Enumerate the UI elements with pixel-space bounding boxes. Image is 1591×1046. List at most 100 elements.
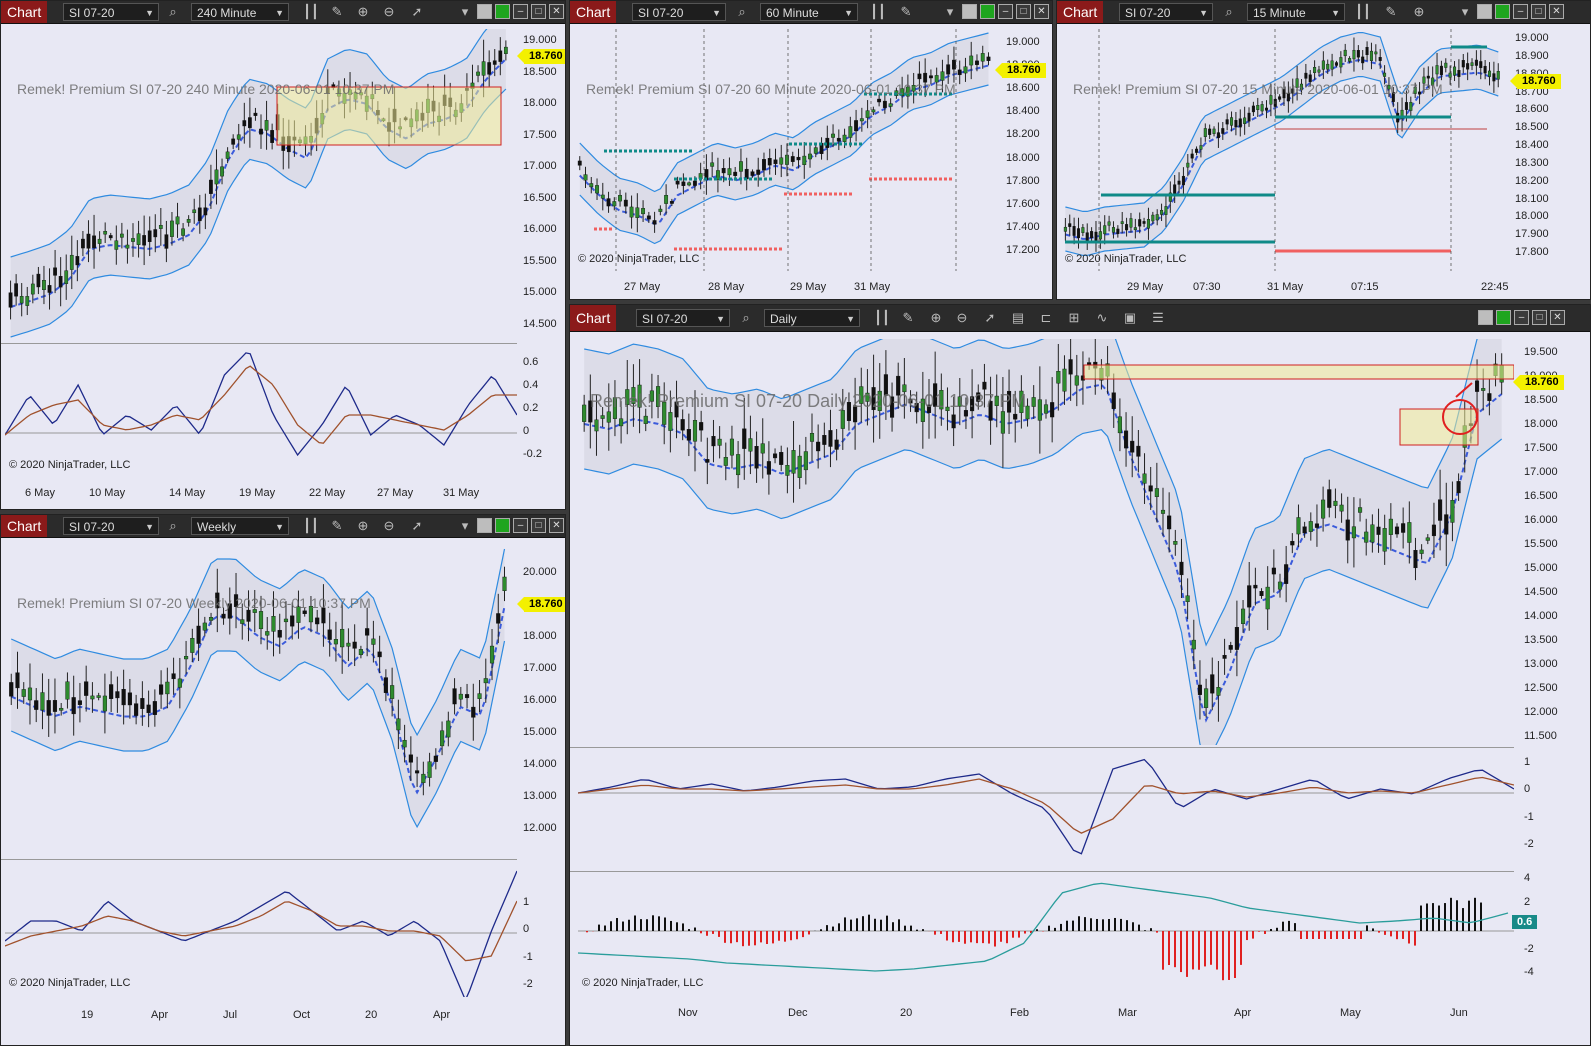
window-maximize-icon[interactable]: □ xyxy=(1532,310,1547,325)
draw-pencil-icon[interactable]: ✎ xyxy=(329,518,345,534)
instrument-selector[interactable]: SI 07-20 ▼ xyxy=(63,517,159,535)
search-icon[interactable]: ⌕ xyxy=(738,310,754,326)
cursor-icon[interactable]: ➚ xyxy=(409,518,425,534)
window-color-icon[interactable] xyxy=(477,4,492,19)
dropdown-icon[interactable]: ▾ xyxy=(457,4,473,20)
price-panel[interactable]: Remek! Premium SI 07-20 60 Minute 2020-0… xyxy=(574,29,1000,271)
window-minimize-icon[interactable]: – xyxy=(513,518,528,533)
window-close-icon[interactable]: ✕ xyxy=(549,4,564,19)
price-axis[interactable]: 19.50019.00018.50018.00017.50017.00016.5… xyxy=(1518,339,1590,745)
bar-style-icon[interactable]: ┃┃ xyxy=(303,518,319,534)
draw-pencil-icon[interactable]: ✎ xyxy=(900,310,916,326)
price-axis[interactable]: 20.00019.00018.00017.00016.00015.00014.0… xyxy=(521,545,565,857)
chart-tab-label[interactable]: Chart xyxy=(570,305,617,331)
dropdown-icon[interactable]: ▾ xyxy=(1457,4,1473,20)
time-axis[interactable]: Nov Dec 20 Feb Mar Apr May Jun xyxy=(578,1005,1514,1025)
indicators-icon[interactable]: ⊞ xyxy=(1066,310,1082,326)
search-icon[interactable]: ⌕ xyxy=(1221,4,1237,20)
panel-divider[interactable] xyxy=(570,871,1514,872)
strategies-icon[interactable]: ∿ xyxy=(1094,310,1110,326)
instrument-selector[interactable]: SI 07-20 ▼ xyxy=(63,3,159,21)
window-link-icon[interactable] xyxy=(1495,4,1510,19)
oscillator-panel[interactable]: © 2020 NinjaTrader, LLC xyxy=(5,861,517,997)
window-minimize-icon[interactable]: – xyxy=(1513,4,1528,19)
window-close-icon[interactable]: ✕ xyxy=(1550,310,1565,325)
dropdown-icon[interactable]: ▾ xyxy=(942,4,958,20)
window-color-icon[interactable] xyxy=(962,4,977,19)
oscillator-panel[interactable]: © 2020 NinjaTrader, LLC xyxy=(5,345,517,479)
time-axis[interactable]: 27 May 28 May 29 May 31 May xyxy=(574,279,1000,299)
timeframe-selector[interactable]: Daily ▼ xyxy=(764,309,860,327)
time-axis[interactable]: 6 May 10 May 14 May 19 May 22 May 27 May 31 Ma… xyxy=(5,485,517,505)
bar-style-icon[interactable]: ┃┃ xyxy=(870,4,886,20)
properties-icon[interactable]: ⊏ xyxy=(1038,310,1054,326)
window-color-icon[interactable] xyxy=(1477,4,1492,19)
chart-tab-label[interactable]: Chart xyxy=(1057,1,1104,23)
window-link-icon[interactable] xyxy=(495,518,510,533)
search-icon[interactable]: ⌕ xyxy=(165,4,181,20)
window-close-icon[interactable]: ✕ xyxy=(1549,4,1564,19)
window-link-icon[interactable] xyxy=(495,4,510,19)
window-close-icon[interactable]: ✕ xyxy=(549,518,564,533)
chart-tab-label[interactable]: Chart xyxy=(1,1,48,23)
chart-tab-label[interactable]: Chart xyxy=(1,515,48,537)
window-maximize-icon[interactable]: □ xyxy=(1016,4,1031,19)
price-panel[interactable]: Remek! Premium SI 07-20 15 Minute 2020-0… xyxy=(1061,29,1507,271)
time-axis[interactable]: 19 Apr Jul Oct 20 Apr xyxy=(5,1007,517,1027)
window-minimize-icon[interactable]: – xyxy=(513,4,528,19)
window-maximize-icon[interactable]: □ xyxy=(531,518,546,533)
instrument-selector[interactable]: SI 07-20 ▼ xyxy=(632,3,726,21)
zoom-out-icon[interactable]: ⊖ xyxy=(381,518,397,534)
panel-divider[interactable] xyxy=(570,747,1514,748)
window-link-icon[interactable] xyxy=(980,4,995,19)
window-maximize-icon[interactable]: □ xyxy=(531,4,546,19)
timeframe-selector[interactable]: 240 Minute ▼ xyxy=(191,3,289,21)
window-minimize-icon[interactable]: – xyxy=(998,4,1013,19)
draw-pencil-icon[interactable]: ✎ xyxy=(329,4,345,20)
search-icon[interactable]: ⌕ xyxy=(734,4,750,20)
time-axis[interactable]: 29 May 07:30 31 May 07:15 22:45 xyxy=(1061,279,1509,299)
cursor-icon[interactable]: ➚ xyxy=(409,4,425,20)
draw-pencil-icon[interactable]: ✎ xyxy=(898,4,914,20)
panel-divider[interactable] xyxy=(1,343,517,344)
cursor-icon[interactable]: ➚ xyxy=(982,310,998,326)
window-maximize-icon[interactable]: □ xyxy=(1531,4,1546,19)
oscillator-panel[interactable] xyxy=(578,749,1514,869)
price-axis[interactable]: 19.00018.90018.80018.70018.60018.50018.4… xyxy=(1513,29,1573,271)
zoom-in-icon[interactable]: ⊕ xyxy=(355,518,371,534)
price-panel[interactable]: Remek! Premium SI 07-20 240 Minute 2020-… xyxy=(5,29,517,341)
zoom-in-icon[interactable]: ⊕ xyxy=(1411,4,1427,20)
window-color-icon[interactable] xyxy=(477,518,492,533)
zoom-out-icon[interactable]: ⊖ xyxy=(954,310,970,326)
price-axis[interactable]: 19.000 18.500 18.000 17.500 17.000 16.500 16.0… xyxy=(521,29,565,341)
zoom-in-icon[interactable]: ⊕ xyxy=(355,4,371,20)
panel-divider[interactable] xyxy=(1,859,517,860)
histogram-panel[interactable]: © 2020 NinjaTrader, LLC xyxy=(578,873,1514,993)
draw-pencil-icon[interactable]: ✎ xyxy=(1383,4,1399,20)
window-color-icon[interactable] xyxy=(1478,310,1493,325)
timeframe-selector[interactable]: 15 Minute ▼ xyxy=(1247,3,1345,21)
zoom-out-icon[interactable]: ⊖ xyxy=(381,4,397,20)
bar-style-icon[interactable]: ┃┃ xyxy=(303,4,319,20)
instrument-selector[interactable]: SI 07-20 ▼ xyxy=(636,309,730,327)
dropdown-icon[interactable]: ▾ xyxy=(457,518,473,534)
window-minimize-icon[interactable]: – xyxy=(1514,310,1529,325)
chart-tab-label[interactable]: Chart xyxy=(570,1,617,23)
oscillator-axis[interactable]: 0.6 0.4 0.2 0 -0.2 xyxy=(521,345,565,479)
zoom-in-icon[interactable]: ⊕ xyxy=(928,310,944,326)
oscillator-axis[interactable]: 1 0 -1 -2 xyxy=(521,861,565,997)
data-box-icon[interactable]: ▤ xyxy=(1010,310,1026,326)
price-panel[interactable]: Remek! Premium SI 07-20 Weekly 2020-06-0… xyxy=(5,545,517,857)
price-panel[interactable]: Remek! Premium SI 07-20 Daily 2020-06-01… xyxy=(578,339,1514,745)
histogram-axis[interactable]: 420-2-4 xyxy=(1518,872,1590,993)
timeframe-selector[interactable]: 60 Minute ▼ xyxy=(760,3,858,21)
menu-list-icon[interactable]: ☰ xyxy=(1150,310,1166,326)
window-link-icon[interactable] xyxy=(1496,310,1511,325)
window-close-icon[interactable]: ✕ xyxy=(1034,4,1049,19)
instrument-selector[interactable]: SI 07-20 ▼ xyxy=(1119,3,1213,21)
search-icon[interactable]: ⌕ xyxy=(165,518,181,534)
templates-icon[interactable]: ▣ xyxy=(1122,310,1138,326)
bar-style-icon[interactable]: ┃┃ xyxy=(1355,4,1371,20)
timeframe-selector[interactable]: Weekly ▼ xyxy=(191,517,289,535)
bar-style-icon[interactable]: ┃┃ xyxy=(874,310,890,326)
